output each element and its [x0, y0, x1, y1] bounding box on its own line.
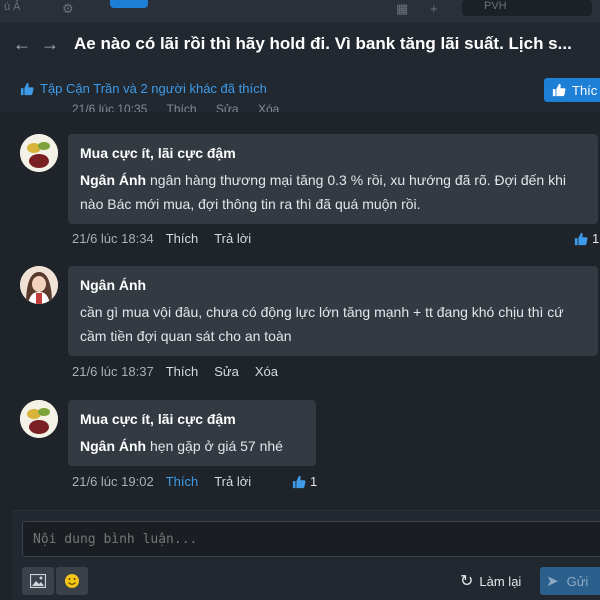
meta-time: 21/6 lúc 10:35 [72, 102, 148, 112]
like-action[interactable]: Thích [166, 474, 199, 489]
top-partial-text: ú Ả [4, 1, 21, 13]
comment-author[interactable]: Ngân Ánh [80, 276, 586, 294]
avatar-image [20, 266, 58, 304]
image-icon [30, 574, 46, 588]
avatar[interactable] [20, 266, 58, 304]
plus-icon[interactable]: + [430, 2, 444, 16]
comment-author[interactable]: Mua cực ít, lãi cực đậm [80, 410, 304, 428]
like-count[interactable]: 1 [292, 474, 317, 489]
reply-action[interactable]: Trả lời [214, 474, 251, 489]
insert-emoji-button[interactable] [56, 567, 88, 595]
thumbs-up-icon [552, 83, 566, 97]
previous-comment-meta: 21/6 lúc 10:35 Thích Sửa Xóa [72, 102, 295, 112]
send-button[interactable]: ➤ Gửi [540, 567, 600, 595]
reply-action[interactable]: Trả lời [214, 231, 251, 246]
comment-text: Ngân Ánh hẹn gặp ở giá 57 nhé [80, 434, 304, 458]
comment-time: 21/6 lúc 18:34 [72, 231, 154, 246]
send-arrow-icon: ➤ [546, 573, 559, 590]
comment-meta: 21/6 lúc 18:34 Thích Trả lời [72, 231, 267, 246]
comment-bubble: Mua cực ít, lãi cực đậm Ngân Ánh ngân hà… [68, 134, 598, 224]
comment-time: 21/6 lúc 19:02 [72, 474, 154, 489]
like-post-label: Thíc [572, 82, 598, 98]
delete-action[interactable]: Xóa [258, 102, 279, 112]
like-action[interactable]: Thích [167, 102, 197, 112]
top-tab[interactable] [110, 0, 148, 8]
mention[interactable]: Ngân Ánh [80, 438, 146, 454]
insert-image-button[interactable] [22, 567, 54, 595]
back-arrow-icon: ← [13, 33, 31, 54]
comment-body: hẹn gặp ở giá 57 nhé [146, 438, 283, 454]
thumbs-up-icon [20, 82, 34, 95]
likes-summary[interactable]: Tập Cận Trần và 2 người khác đã thích [20, 81, 267, 96]
delete-action[interactable]: Xóa [255, 364, 278, 379]
comment-text: Ngân Ánh ngân hàng thương mại tăng 0.3 %… [80, 168, 586, 216]
forward-button[interactable]: → [36, 30, 64, 58]
like-count[interactable]: 1 [574, 231, 599, 246]
thumbs-up-icon [292, 475, 306, 488]
comment-input[interactable] [22, 521, 600, 557]
comment-composer: ↻ Làm lại ➤ Gửi [12, 510, 600, 600]
avatar[interactable] [20, 400, 58, 438]
likes-bar: Tập Cận Trần và 2 người khác đã thích Th… [0, 66, 600, 112]
edit-action[interactable]: Sửa [214, 364, 239, 379]
page-title: Ae nào có lãi rồi thì hãy hold đi. Vì ba… [74, 34, 572, 53]
like-post-button[interactable]: Thíc [544, 78, 600, 102]
avatar[interactable] [20, 134, 58, 172]
comment-text: cần gì mua vội đâu, chưa có động lực lớn… [80, 304, 564, 344]
like-action[interactable]: Thích [166, 231, 199, 246]
comment-author[interactable]: Mua cực ít, lãi cực đậm [80, 144, 586, 162]
forward-arrow-icon: → [41, 33, 59, 54]
thread-header: ← → Ae nào có lãi rồi thì hãy hold đi. V… [0, 22, 600, 66]
reset-label: Làm lại [479, 573, 522, 589]
avatar-image [20, 134, 58, 172]
comment-meta: 21/6 lúc 19:02 Thích Trả lời [72, 474, 267, 489]
comment-body: ngân hàng thương mại tăng 0.3 % rồi, xu … [80, 172, 566, 212]
top-search[interactable]: PVH [462, 0, 592, 16]
comment-bubble: Mua cực ít, lãi cực đậm Ngân Ánh hẹn gặp… [68, 400, 316, 466]
thumbs-up-icon [574, 232, 588, 245]
likes-summary-text: Tập Cận Trần và 2 người khác đã thích [40, 81, 267, 96]
gear-icon[interactable]: ⚙ [62, 2, 76, 16]
mention[interactable]: Ngân Ánh [80, 172, 146, 188]
like-count-value: 1 [592, 231, 600, 246]
avatar-image [20, 400, 58, 438]
edit-action[interactable]: Sửa [216, 102, 239, 112]
reset-button[interactable]: ↻ Làm lại [460, 569, 521, 593]
comment-time: 21/6 lúc 18:37 [72, 364, 154, 379]
top-search-text: PVH [484, 0, 507, 12]
comment-bubble: Ngân Ánh cần gì mua vội đâu, chưa có độn… [68, 266, 598, 356]
like-count-value: 1 [310, 474, 318, 489]
comment-meta: 21/6 lúc 18:37 Thích Sửa Xóa [72, 364, 294, 379]
send-label: Gửi [566, 573, 589, 589]
smiley-icon [65, 574, 79, 588]
like-action[interactable]: Thích [166, 364, 199, 379]
back-button[interactable]: ← [8, 30, 36, 58]
refresh-icon: ↻ [460, 573, 474, 590]
grid-icon[interactable]: ▦ [396, 2, 410, 16]
top-toolbar-partial: ú Ả ⚙ ▦ + PVH [0, 0, 600, 22]
